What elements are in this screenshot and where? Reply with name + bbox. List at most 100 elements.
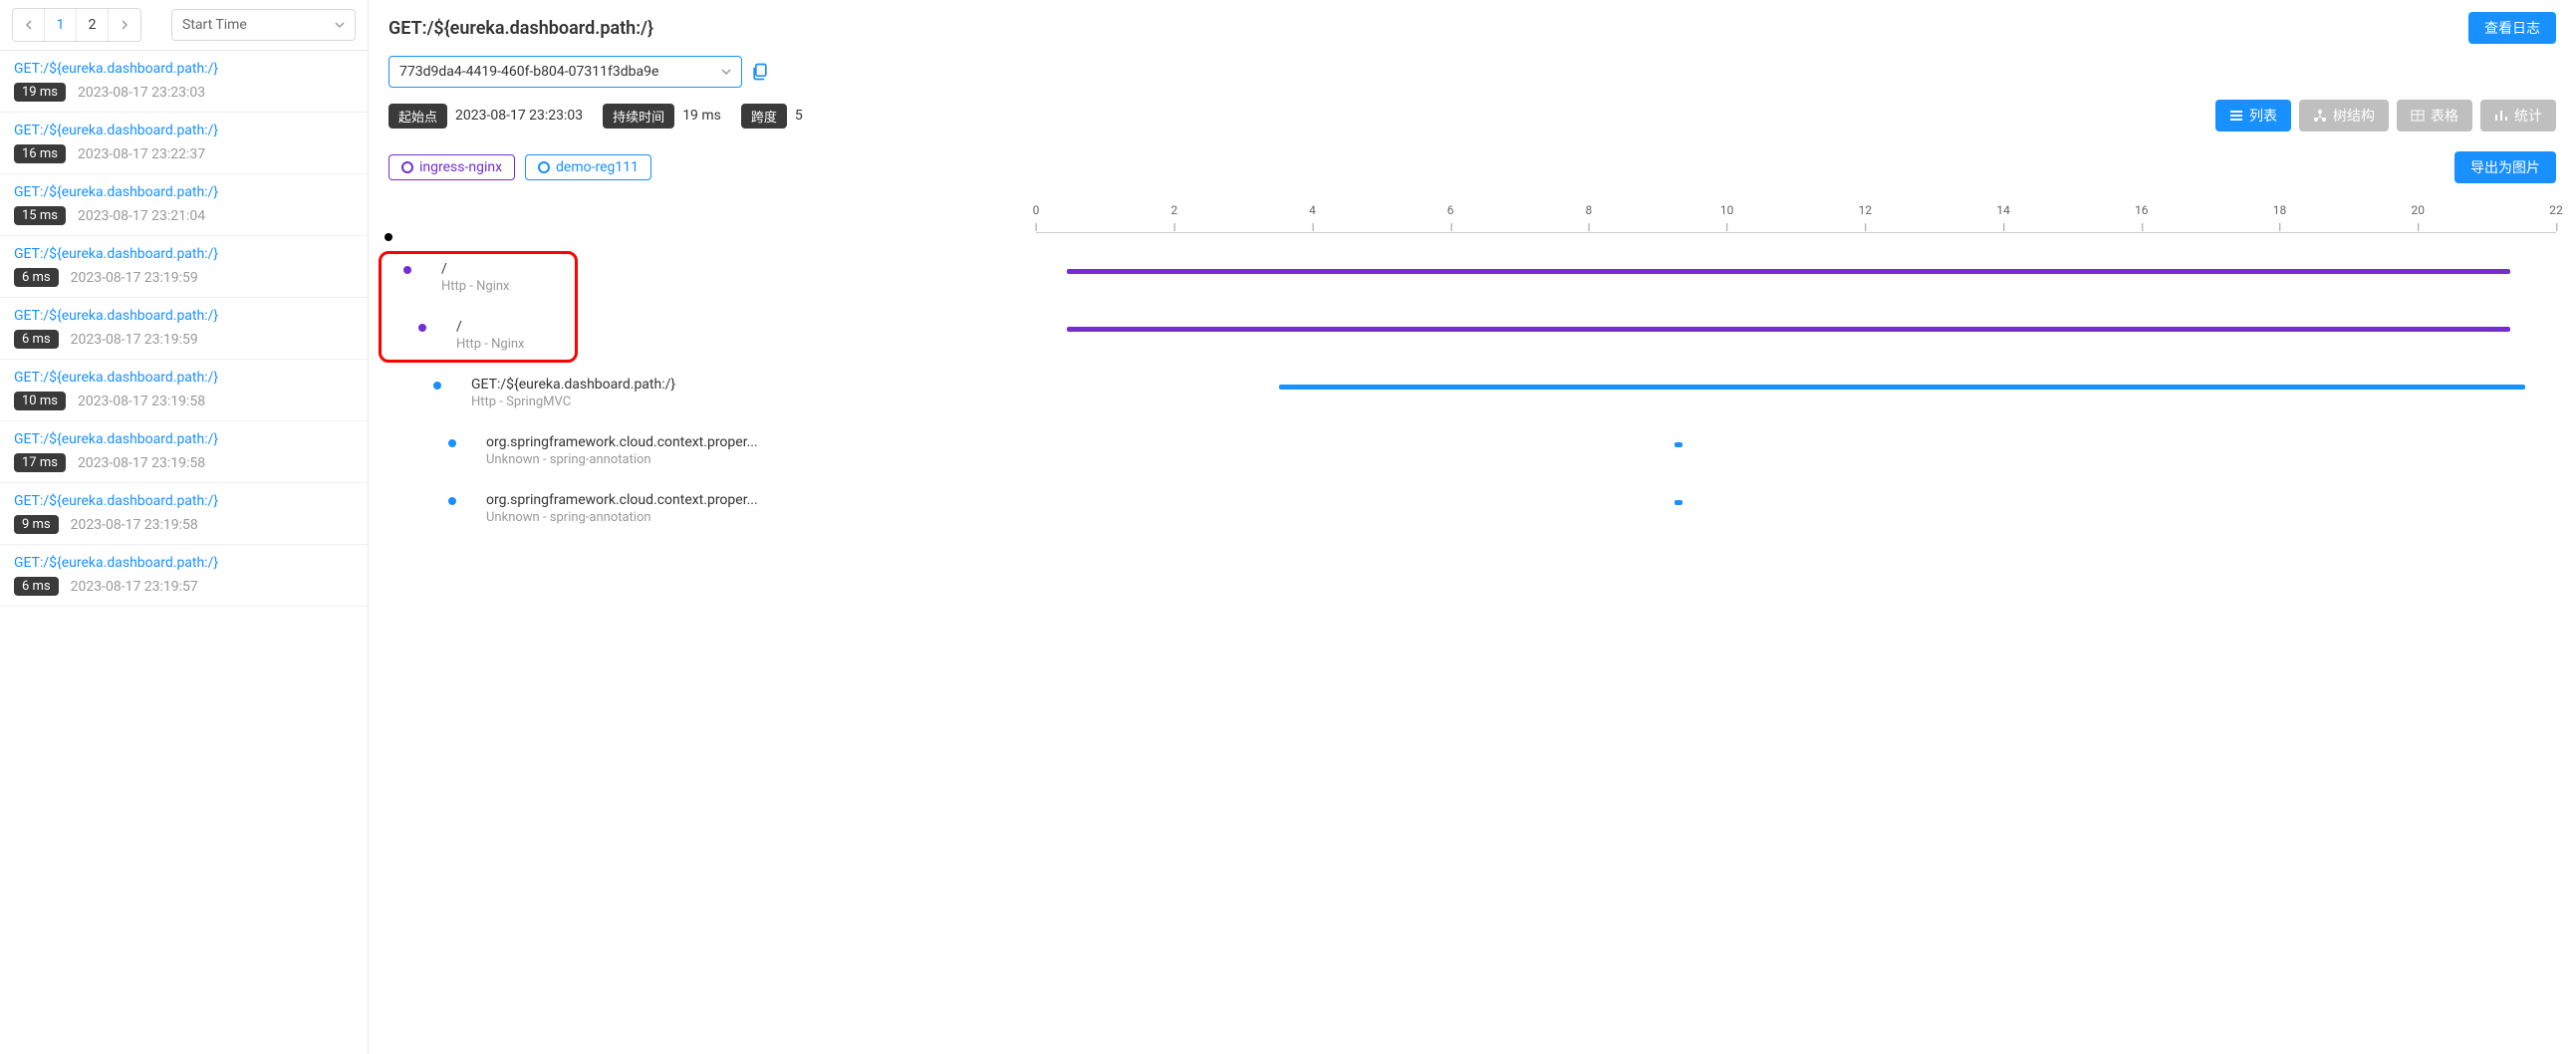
trace-meta: 10 ms 2023-08-17 23:19:58 (14, 392, 354, 410)
trace-time: 2023-08-17 23:19:58 (71, 517, 198, 533)
trace-path: GET:/${eureka.dashboard.path:/} (14, 184, 354, 200)
span-row[interactable]: GET:/${eureka.dashboard.path:/} Http - S… (388, 377, 2556, 434)
span-title: org.springframework.cloud.context.proper… (486, 492, 758, 508)
span-bar (1067, 327, 2511, 332)
span-row[interactable]: / Http - Nginx (388, 261, 2556, 319)
span-bar (1067, 269, 2511, 274)
span-content: / Http - Nginx (441, 261, 510, 294)
trace-time: 2023-08-17 23:22:37 (78, 146, 205, 162)
span-label: 跨度 (741, 104, 787, 129)
duration-badge: 17 ms (14, 453, 66, 472)
span-bar (1279, 385, 2525, 390)
trace-item[interactable]: GET:/${eureka.dashboard.path:/} 17 ms 20… (0, 421, 368, 483)
span-title: / (441, 261, 510, 277)
span-row[interactable]: / Http - Nginx (388, 319, 2556, 377)
filter-ingress-nginx[interactable]: ingress-nginx (388, 154, 515, 180)
filter-demo-reg111[interactable]: demo-reg111 (525, 154, 651, 180)
span-bar-area (1036, 500, 2556, 506)
trace-time: 2023-08-17 23:19:59 (71, 270, 198, 286)
span-subtitle: Http - Nginx (456, 337, 525, 352)
sort-select[interactable]: Start Time (171, 9, 356, 41)
view-log-button[interactable]: 查看日志 (2468, 12, 2556, 44)
trace-item[interactable]: GET:/${eureka.dashboard.path:/} 9 ms 202… (0, 483, 368, 545)
start-time-info: 起始点 2023-08-17 23:23:03 (388, 104, 583, 129)
pager-page-1[interactable]: 1 (45, 9, 77, 41)
export-image-button[interactable]: 导出为图片 (2454, 151, 2556, 183)
page-title: GET:/${eureka.dashboard.path:/} (388, 18, 653, 39)
trace-list[interactable]: GET:/${eureka.dashboard.path:/} 19 ms 20… (0, 51, 368, 1054)
view-stats-button[interactable]: 统计 (2480, 100, 2556, 132)
duration-value: 19 ms (682, 108, 721, 124)
view-table-button[interactable]: 表格 (2397, 100, 2472, 132)
main-panel: GET:/${eureka.dashboard.path:/} 查看日志 773… (369, 0, 2576, 1054)
duration-badge: 16 ms (14, 144, 66, 163)
trace-meta: 6 ms 2023-08-17 23:19:59 (14, 268, 354, 287)
duration-badge: 6 ms (14, 268, 59, 287)
span-tree: org.springframework.cloud.context.proper… (388, 492, 1036, 525)
ruler-tick: 0 (1033, 203, 1040, 217)
trace-time: 2023-08-17 23:21:04 (78, 208, 205, 224)
trace-item[interactable]: GET:/${eureka.dashboard.path:/} 6 ms 202… (0, 298, 368, 360)
trace-time: 2023-08-17 23:19:58 (78, 394, 205, 409)
trace-time: 2023-08-17 23:19:59 (71, 332, 198, 348)
circle-icon (401, 161, 413, 173)
trace-path: GET:/${eureka.dashboard.path:/} (14, 431, 354, 447)
span-title: / (456, 319, 525, 335)
sort-select-label: Start Time (182, 17, 247, 33)
trace-path: GET:/${eureka.dashboard.path:/} (14, 493, 354, 509)
trace-meta: 15 ms 2023-08-17 23:21:04 (14, 206, 354, 225)
ruler-tick: 2 (1170, 203, 1177, 217)
view-list-button[interactable]: 列表 (2215, 100, 2291, 132)
span-row[interactable]: org.springframework.cloud.context.proper… (388, 434, 2556, 492)
duration-badge: 6 ms (14, 577, 59, 596)
trace-id-select[interactable]: 773d9da4-4419-460f-b804-07311f3dba9e (388, 56, 742, 88)
duration-badge: 19 ms (14, 83, 66, 102)
trace-item[interactable]: GET:/${eureka.dashboard.path:/} 6 ms 202… (0, 236, 368, 298)
trace-meta: 6 ms 2023-08-17 23:19:57 (14, 577, 354, 596)
span-content: org.springframework.cloud.context.proper… (486, 434, 758, 467)
chevron-down-icon (335, 20, 345, 30)
trace-item[interactable]: GET:/${eureka.dashboard.path:/} 15 ms 20… (0, 174, 368, 236)
chevron-down-icon (721, 67, 731, 77)
span-bar-area (1036, 327, 2556, 333)
stats-icon (2494, 109, 2508, 123)
chevron-left-icon (24, 20, 34, 30)
trace-item[interactable]: GET:/${eureka.dashboard.path:/} 16 ms 20… (0, 113, 368, 174)
trace-item[interactable]: GET:/${eureka.dashboard.path:/} 19 ms 20… (0, 51, 368, 113)
pager-prev[interactable] (13, 9, 45, 41)
span-content: org.springframework.cloud.context.proper… (486, 492, 758, 525)
copy-icon[interactable] (750, 62, 770, 82)
span-list: / Http - Nginx / Http - Nginx GET:/${eur… (388, 233, 2556, 550)
span-tree: / Http - Nginx (388, 319, 1036, 352)
timeline-area: 0246810121416182022 / Http - Nginx / Htt… (388, 203, 2556, 550)
ruler-tick: 14 (1996, 203, 2010, 217)
tree-icon (2313, 109, 2327, 123)
ruler-tick: 12 (1859, 203, 1873, 217)
span-content: GET:/${eureka.dashboard.path:/} Http - S… (471, 377, 675, 409)
pager-page-2[interactable]: 2 (77, 9, 109, 41)
span-subtitle: Http - Nginx (441, 279, 510, 294)
trace-time: 2023-08-17 23:19:57 (71, 579, 198, 595)
trace-path: GET:/${eureka.dashboard.path:/} (14, 246, 354, 262)
span-row[interactable]: org.springframework.cloud.context.proper… (388, 492, 2556, 550)
pager-next[interactable] (109, 9, 140, 41)
trace-meta: 6 ms 2023-08-17 23:19:59 (14, 330, 354, 349)
span-bar (1674, 442, 1682, 447)
span-dot-icon (448, 439, 456, 447)
trace-item[interactable]: GET:/${eureka.dashboard.path:/} 6 ms 202… (0, 545, 368, 607)
ruler-tick: 20 (2412, 203, 2426, 217)
trace-id-value: 773d9da4-4419-460f-b804-07311f3dba9e (399, 64, 658, 80)
span-tree: org.springframework.cloud.context.proper… (388, 434, 1036, 467)
view-tree-button[interactable]: 树结构 (2299, 100, 2389, 132)
trace-item[interactable]: GET:/${eureka.dashboard.path:/} 10 ms 20… (0, 360, 368, 421)
trace-id-row: 773d9da4-4419-460f-b804-07311f3dba9e (388, 56, 2556, 88)
span-bar-area (1036, 442, 2556, 448)
trace-path: GET:/${eureka.dashboard.path:/} (14, 555, 354, 571)
duration-badge: 6 ms (14, 330, 59, 349)
filter-row: ingress-nginx demo-reg111 导出为图片 (388, 151, 2556, 183)
ruler-tick: 8 (1586, 203, 1593, 217)
span-dot-icon (418, 324, 426, 332)
span-title: org.springframework.cloud.context.proper… (486, 434, 758, 450)
ruler-tick: 10 (1720, 203, 1734, 217)
trace-meta: 9 ms 2023-08-17 23:19:58 (14, 515, 354, 534)
